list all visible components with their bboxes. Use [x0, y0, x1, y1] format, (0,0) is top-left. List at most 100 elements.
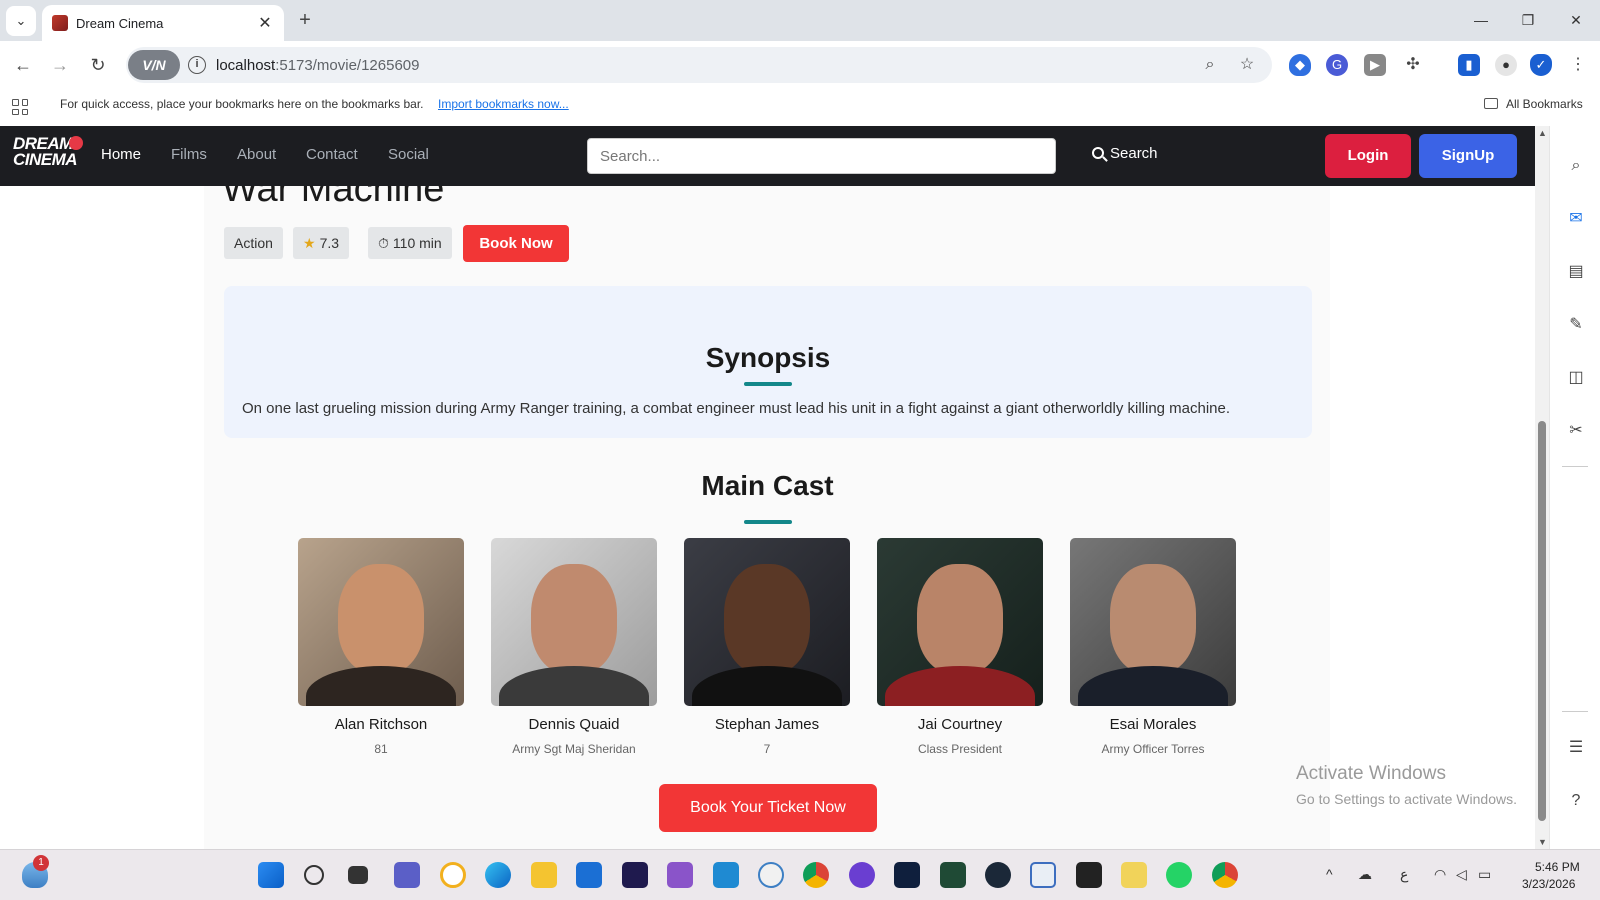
tools-icon[interactable]: ✂	[1566, 421, 1586, 441]
book-now-button[interactable]: Book Now	[463, 225, 569, 262]
premiere-icon[interactable]	[622, 862, 648, 888]
video-extension-icon[interactable]: ▶	[1364, 54, 1386, 76]
login-button[interactable]: Login	[1325, 134, 1411, 178]
chrome-profile-icon[interactable]	[1212, 862, 1238, 888]
discord-icon[interactable]	[849, 862, 875, 888]
edge-icon[interactable]	[485, 862, 511, 888]
file-explorer-icon[interactable]	[531, 862, 557, 888]
apps-grid-icon[interactable]	[12, 99, 28, 115]
address-bar[interactable]: V/N i localhost:5173/movie/1265609 ⌕ ☆	[126, 47, 1272, 83]
customize-sliders-icon[interactable]: ☰	[1566, 738, 1586, 758]
steam-icon[interactable]	[985, 862, 1011, 888]
site-info-icon[interactable]: i	[188, 56, 206, 74]
import-bookmarks-link[interactable]: Import bookmarks now...	[438, 97, 569, 111]
search-panel-icon[interactable]: ⌕	[1566, 156, 1586, 176]
close-tab-icon[interactable]: ✕	[256, 13, 274, 33]
url-path: :5173/movie/1265609	[275, 57, 420, 74]
star-icon: ★	[303, 235, 316, 251]
page-scrollbar[interactable]: ▲ ▼	[1535, 126, 1549, 849]
cast-card[interactable]: Dennis Quaid Army Sgt Maj Sheridan	[491, 538, 657, 756]
minimize-icon[interactable]: —	[1463, 8, 1499, 32]
synopsis-section: Synopsis On one last grueling mission du…	[224, 286, 1312, 438]
cast-card[interactable]: Esai Morales Army Officer Torres	[1070, 538, 1236, 756]
reading-list-icon[interactable]: ▤	[1566, 262, 1586, 282]
app-icon[interactable]	[758, 862, 784, 888]
nav-link-films[interactable]: Films	[171, 146, 207, 163]
tab-list-chevron-icon[interactable]: ⌄	[6, 6, 36, 36]
start-windows-icon[interactable]	[258, 862, 284, 888]
book-ticket-button[interactable]: Book Your Ticket Now	[659, 784, 877, 832]
cast-card[interactable]: Alan Ritchson 81	[298, 538, 464, 756]
dream-cinema-logo[interactable]: DREAM CINEMA	[13, 135, 87, 176]
zoom-icon[interactable]: ⌕	[1200, 55, 1220, 75]
actor-photo	[684, 538, 850, 706]
scroll-up-arrow-icon[interactable]: ▲	[1538, 128, 1547, 138]
taskbar-time[interactable]: 5:46 PM	[1535, 860, 1580, 874]
cast-card[interactable]: Stephan James 7	[684, 538, 850, 756]
onedrive-cloud-icon[interactable]: ☁	[1358, 866, 1372, 883]
windows-taskbar: 1 ^ ☁ ع ◠ ◁ ▭ 5:46 PM 3/23/2026	[0, 849, 1600, 900]
profile-avatar-icon[interactable]: ●	[1495, 54, 1517, 76]
battery-icon[interactable]: ▭	[1478, 866, 1491, 883]
search-input[interactable]: Search...	[587, 138, 1056, 174]
actor-name: Esai Morales	[1109, 716, 1197, 733]
search-button[interactable]: Search	[1092, 145, 1158, 162]
all-bookmarks-link[interactable]: All Bookmarks	[1506, 97, 1583, 111]
vscode-icon[interactable]	[713, 862, 739, 888]
side-panel-icon[interactable]: ▮	[1458, 54, 1480, 76]
task-view-icon[interactable]	[348, 866, 368, 884]
gamepad-icon[interactable]: ◫	[1566, 368, 1586, 388]
figma-icon[interactable]	[1076, 862, 1102, 888]
shirt-shape	[306, 666, 456, 706]
visual-studio-icon[interactable]	[667, 862, 693, 888]
scroll-thumb[interactable]	[1538, 421, 1546, 821]
nav-link-social[interactable]: Social	[388, 146, 429, 163]
menu-kebab-icon[interactable]: ⋮	[1567, 54, 1589, 76]
chrome-canary-icon[interactable]	[440, 862, 466, 888]
logo-line-2: CINEMA	[13, 150, 78, 169]
photoshop-icon[interactable]	[894, 862, 920, 888]
new-tab-plus-icon[interactable]: +	[292, 8, 318, 34]
reload-icon[interactable]: ↻	[85, 52, 111, 78]
cast-card[interactable]: Jai Courtney Class President	[877, 538, 1043, 756]
forward-arrow-icon[interactable]: →	[47, 52, 73, 78]
search-taskbar-icon[interactable]	[304, 865, 324, 885]
window-close-icon[interactable]: ✕	[1558, 8, 1594, 32]
help-icon[interactable]: ?	[1566, 791, 1586, 811]
extensions-puzzle-icon[interactable]: ✣	[1402, 54, 1424, 76]
cast-heading: Main Cast	[701, 470, 834, 501]
bookmark-star-icon[interactable]: ☆	[1237, 55, 1257, 75]
nav-link-contact[interactable]: Contact	[306, 146, 358, 163]
store-icon[interactable]	[576, 862, 602, 888]
copilot-chat-icon[interactable]: ✉	[1566, 209, 1586, 229]
restore-icon[interactable]: ❐	[1510, 8, 1546, 32]
security-shield-icon[interactable]: ✓	[1530, 54, 1552, 76]
scroll-down-arrow-icon[interactable]: ▼	[1538, 837, 1547, 847]
language-icon[interactable]: ع	[1400, 866, 1408, 883]
notification-badge: 1	[33, 855, 49, 871]
teams-icon[interactable]	[394, 862, 420, 888]
app-icon[interactable]	[1030, 862, 1056, 888]
nav-link-about[interactable]: About	[237, 146, 276, 163]
search-icon	[1092, 147, 1104, 159]
shield-extension-icon[interactable]: ◆	[1289, 54, 1311, 76]
app-icon[interactable]	[940, 862, 966, 888]
character-name: Army Sgt Maj Sheridan	[512, 742, 636, 756]
vpn-badge[interactable]: V/N	[128, 50, 180, 80]
app-icon[interactable]	[1121, 862, 1147, 888]
folder-icon	[1484, 98, 1498, 109]
chrome-icon[interactable]	[803, 862, 829, 888]
taskbar-date[interactable]: 3/23/2026	[1522, 877, 1575, 891]
actor-photo	[491, 538, 657, 706]
tray-chevron-icon[interactable]: ^	[1326, 866, 1333, 882]
volume-icon[interactable]: ◁	[1456, 866, 1467, 883]
signup-button[interactable]: SignUp	[1419, 134, 1517, 178]
nav-link-home[interactable]: Home	[101, 146, 141, 163]
wifi-icon[interactable]: ◠	[1434, 866, 1446, 883]
back-arrow-icon[interactable]: ←	[10, 52, 36, 78]
whatsapp-icon[interactable]	[1166, 862, 1192, 888]
url-text[interactable]: localhost:5173/movie/1265609	[216, 57, 419, 74]
browser-tab[interactable]: Dream Cinema ✕	[42, 5, 284, 41]
notes-icon[interactable]: ✎	[1566, 315, 1586, 335]
translate-extension-icon[interactable]: G	[1326, 54, 1348, 76]
